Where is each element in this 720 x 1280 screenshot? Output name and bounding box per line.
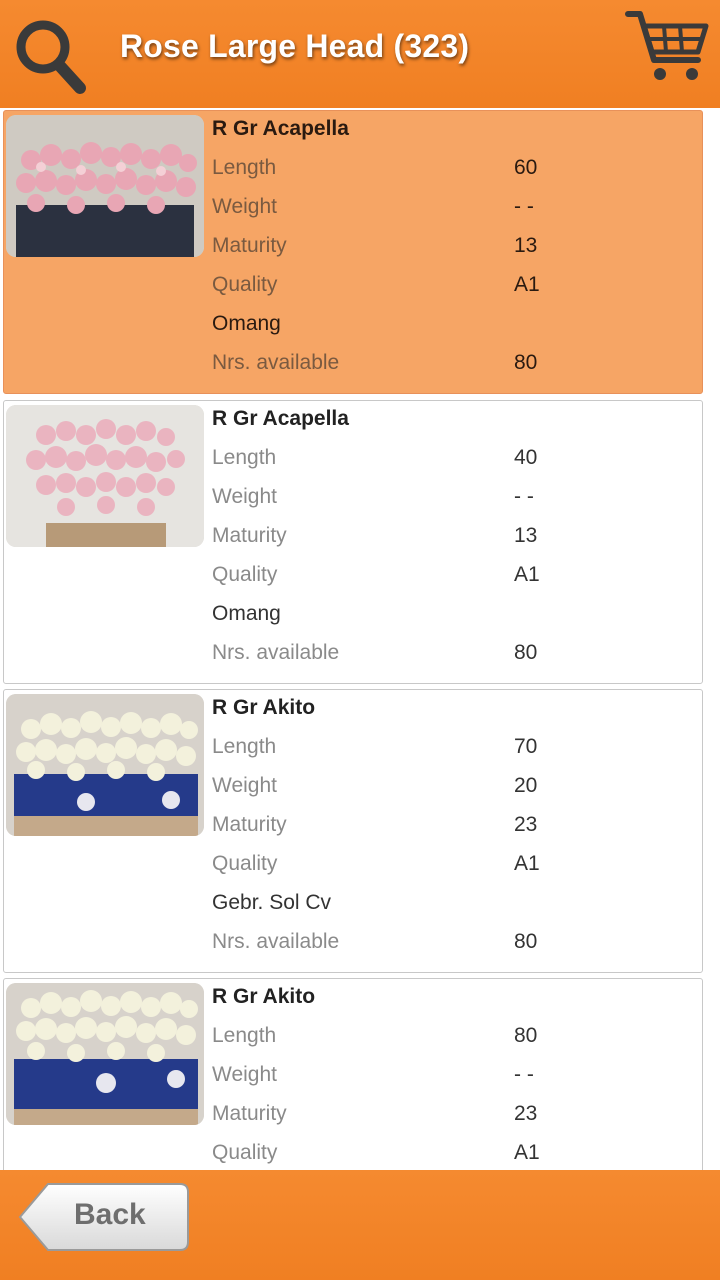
weight-row: Weight - - — [212, 1063, 692, 1093]
back-button[interactable]: Back — [18, 1182, 190, 1252]
length-label: Length — [212, 1024, 277, 1047]
available-label: Nrs. available — [212, 641, 340, 664]
length-value: 40 — [514, 446, 538, 469]
page-title: Rose Large Head (323) — [120, 28, 470, 64]
length-row: Length 70 — [212, 735, 692, 765]
weight-label: Weight — [212, 1063, 277, 1086]
product-name: R Gr Acapella — [212, 117, 349, 140]
quality-label: Quality — [212, 273, 278, 296]
weight-row: Weight - - — [212, 195, 692, 225]
quality-row: Quality A1 — [212, 273, 692, 303]
length-row: Length 40 — [212, 446, 692, 476]
maturity-value: 13 — [514, 234, 538, 257]
quality-row: Quality A1 — [212, 563, 692, 593]
product-list[interactable]: R Gr Acapella Length 60 Weight - - Matur… — [0, 108, 720, 1170]
list-item[interactable]: R Gr Acapella Length 60 Weight - - Matur… — [3, 110, 703, 394]
quality-value: A1 — [514, 1141, 540, 1164]
search-icon[interactable] — [10, 14, 88, 96]
maturity-label: Maturity — [212, 234, 287, 257]
product-image — [6, 115, 204, 257]
product-image — [6, 983, 204, 1125]
quality-label: Quality — [212, 563, 278, 586]
weight-value: 20 — [514, 774, 538, 797]
available-label: Nrs. available — [212, 930, 340, 953]
length-label: Length — [212, 735, 277, 758]
app-header: Rose Large Head (323) — [0, 0, 720, 108]
maturity-row: Maturity 13 — [212, 234, 692, 264]
available-value: 80 — [514, 351, 538, 374]
weight-row: Weight 20 — [212, 774, 692, 804]
grower-name: Omang — [212, 602, 281, 625]
available-value: 80 — [514, 641, 538, 664]
quality-label: Quality — [212, 1141, 278, 1164]
weight-label: Weight — [212, 774, 277, 797]
length-label: Length — [212, 446, 277, 469]
available-row: Nrs. available 80 — [212, 351, 692, 381]
product-image — [6, 694, 204, 836]
available-label: Nrs. available — [212, 351, 340, 374]
maturity-row: Maturity 13 — [212, 524, 692, 554]
maturity-label: Maturity — [212, 524, 287, 547]
maturity-label: Maturity — [212, 813, 287, 836]
weight-label: Weight — [212, 485, 277, 508]
product-name: R Gr Akito — [212, 696, 316, 719]
back-label: Back — [74, 1198, 146, 1231]
maturity-value: 23 — [514, 813, 538, 836]
quality-row: Quality A1 — [212, 852, 692, 882]
length-value: 80 — [514, 1024, 538, 1047]
length-value: 70 — [514, 735, 538, 758]
maturity-row: Maturity 23 — [212, 813, 692, 843]
grower-name: Omang — [212, 312, 281, 335]
list-item[interactable]: R Gr Akito Length 70 Weight 20 Maturity … — [3, 689, 703, 973]
product-name: R Gr Acapella — [212, 407, 349, 430]
quality-value: A1 — [514, 852, 540, 875]
weight-label: Weight — [212, 195, 277, 218]
length-row: Length 80 — [212, 1024, 692, 1054]
available-row: Nrs. available 80 — [212, 641, 692, 671]
available-row: Nrs. available 80 — [212, 930, 692, 960]
weight-value: - - — [514, 1063, 534, 1086]
list-item[interactable]: R Gr Acapella Length 40 Weight - - Matur… — [3, 400, 703, 684]
product-name: R Gr Akito — [212, 985, 316, 1008]
list-item[interactable]: R Gr Akito Length 80 Weight - - Maturity… — [3, 978, 703, 1170]
weight-row: Weight - - — [212, 485, 692, 515]
cart-icon[interactable] — [624, 8, 710, 84]
weight-value: - - — [514, 195, 534, 218]
grower-name: Gebr. Sol Cv — [212, 891, 332, 914]
app-footer: Back — [0, 1170, 720, 1280]
maturity-row: Maturity 23 — [212, 1102, 692, 1132]
available-value: 80 — [514, 930, 538, 953]
length-value: 60 — [514, 156, 538, 179]
length-label: Length — [212, 156, 277, 179]
length-row: Length 60 — [212, 156, 692, 186]
maturity-label: Maturity — [212, 1102, 287, 1125]
quality-value: A1 — [514, 273, 540, 296]
quality-row: Quality A1 — [212, 1141, 692, 1170]
quality-label: Quality — [212, 852, 278, 875]
product-image — [6, 405, 204, 547]
maturity-value: 23 — [514, 1102, 538, 1125]
maturity-value: 13 — [514, 524, 538, 547]
quality-value: A1 — [514, 563, 540, 586]
weight-value: - - — [514, 485, 534, 508]
